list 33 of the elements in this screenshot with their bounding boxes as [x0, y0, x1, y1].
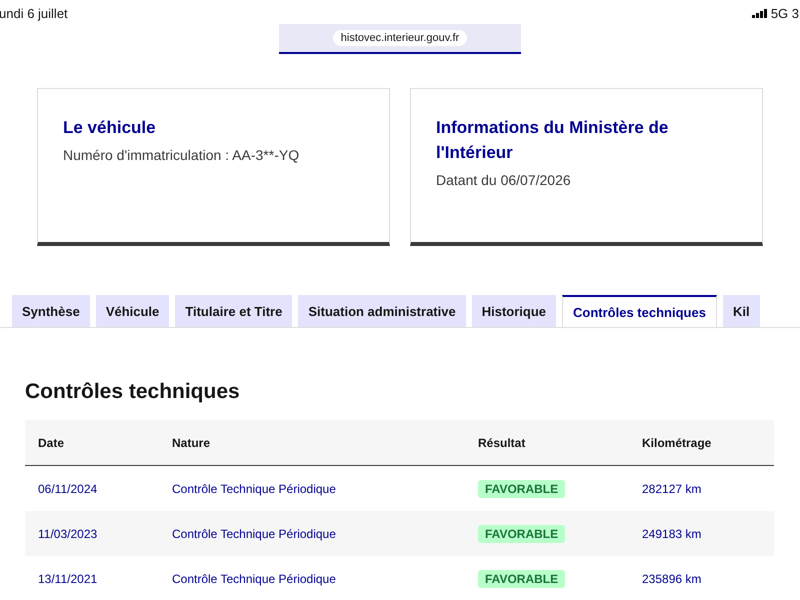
- result-badge: FAVORABLE: [478, 524, 566, 542]
- column-header: Résultat: [465, 420, 629, 466]
- url-text[interactable]: histovec.interieur.gouv.fr: [332, 30, 468, 46]
- signal-icon: [752, 8, 767, 18]
- result-badge: FAVORABLE: [478, 570, 566, 588]
- tab[interactable]: Titulaire et Titre: [175, 295, 292, 327]
- date-cell: 11/03/2023: [25, 511, 159, 556]
- network-label: 5G 3: [770, 6, 799, 20]
- nature-cell: Contrôle Technique Périodique: [159, 556, 465, 600]
- column-header: Kilométrage: [629, 420, 774, 466]
- nature-cell: Contrôle Technique Périodique: [159, 466, 465, 511]
- date-cell: 13/11/2021: [25, 556, 159, 600]
- tab[interactable]: Contrôles techniques: [562, 295, 717, 327]
- tab[interactable]: Véhicule: [96, 295, 170, 327]
- status-date: undi 6 juillet: [0, 6, 68, 20]
- card-title: Le véhicule: [63, 117, 157, 139]
- section-title: Contrôles techniques: [25, 380, 241, 404]
- tab[interactable]: Situation administrative: [298, 295, 466, 327]
- column-header: Nature: [159, 420, 465, 466]
- date-cell: 06/11/2024: [25, 466, 159, 511]
- tab[interactable]: Synthèse: [12, 295, 90, 327]
- card-text: Numéro d'immatriculation : AA-3**-YQ: [63, 147, 300, 163]
- mileage-cell: 282127 km: [629, 466, 774, 511]
- tab[interactable]: Historique: [472, 295, 556, 327]
- nature-cell: Contrôle Technique Périodique: [159, 511, 465, 556]
- card-text: Datant du 06/07/2026: [436, 172, 572, 188]
- result-badge: FAVORABLE: [478, 480, 566, 498]
- column-header: Date: [25, 420, 159, 466]
- card-title: Informations du Ministère de l'Intérieur: [436, 117, 670, 164]
- mileage-cell: 249183 km: [629, 511, 774, 556]
- tab[interactable]: Kil: [722, 295, 760, 327]
- address-bar[interactable]: histovec.interieur.gouv.fr: [279, 24, 521, 54]
- mileage-cell: 235896 km: [629, 556, 774, 600]
